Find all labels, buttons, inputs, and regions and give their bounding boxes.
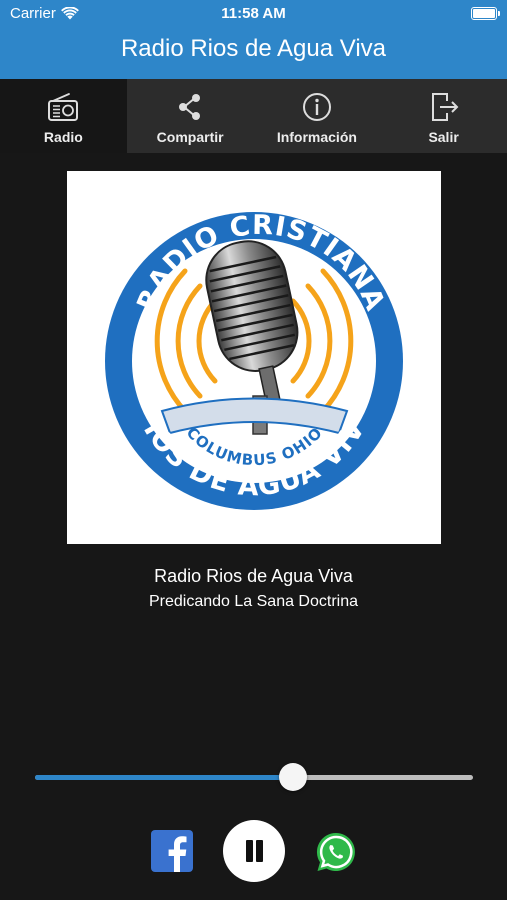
- logout-icon: [431, 93, 459, 121]
- whatsapp-icon: [316, 832, 355, 871]
- status-bar: Carrier 11:58 AM: [0, 0, 507, 28]
- battery-icon: [471, 7, 500, 20]
- tab-radio[interactable]: Radio: [0, 79, 127, 153]
- status-time: 11:58 AM: [221, 5, 286, 22]
- station-logo: COLUMBUS OHIO RADIO CRISTIANA RIOS DE AG…: [56, 147, 403, 510]
- facebook-share-button[interactable]: [151, 830, 193, 872]
- radio-icon: [48, 93, 79, 121]
- info-icon: [302, 93, 331, 121]
- whatsapp-share-button[interactable]: [314, 830, 358, 874]
- station-artwork: COLUMBUS OHIO RADIO CRISTIANA RIOS DE AG…: [56, 147, 441, 544]
- facebook-icon: [151, 830, 193, 872]
- tab-salir-label: Salir: [428, 129, 459, 145]
- tab-informacion[interactable]: Información: [254, 79, 381, 153]
- tab-radio-label: Radio: [43, 129, 83, 145]
- page-title: Radio Rios de Agua Viva: [120, 35, 387, 62]
- pause-button[interactable]: [223, 820, 285, 882]
- tab-compartir[interactable]: Compartir: [127, 79, 254, 153]
- tab-compartir-label: Compartir: [156, 129, 224, 145]
- station-name: Radio Rios de Agua Viva: [154, 566, 353, 586]
- station-slogan: Predicando La Sana Doctrina: [148, 593, 359, 610]
- volume-slider-track[interactable]: [35, 775, 473, 780]
- volume-slider-thumb[interactable]: [279, 763, 308, 791]
- tab-informacion-label: Información: [276, 129, 357, 145]
- header-bar: Carrier 11:58 AM Radio Rios de Agua Viva: [0, 0, 507, 79]
- share-icon: [179, 94, 201, 120]
- tab-bar: Radio Compartir Información Salir: [0, 79, 507, 153]
- tab-salir[interactable]: Salir: [380, 79, 507, 153]
- volume-slider-fill: [35, 775, 294, 780]
